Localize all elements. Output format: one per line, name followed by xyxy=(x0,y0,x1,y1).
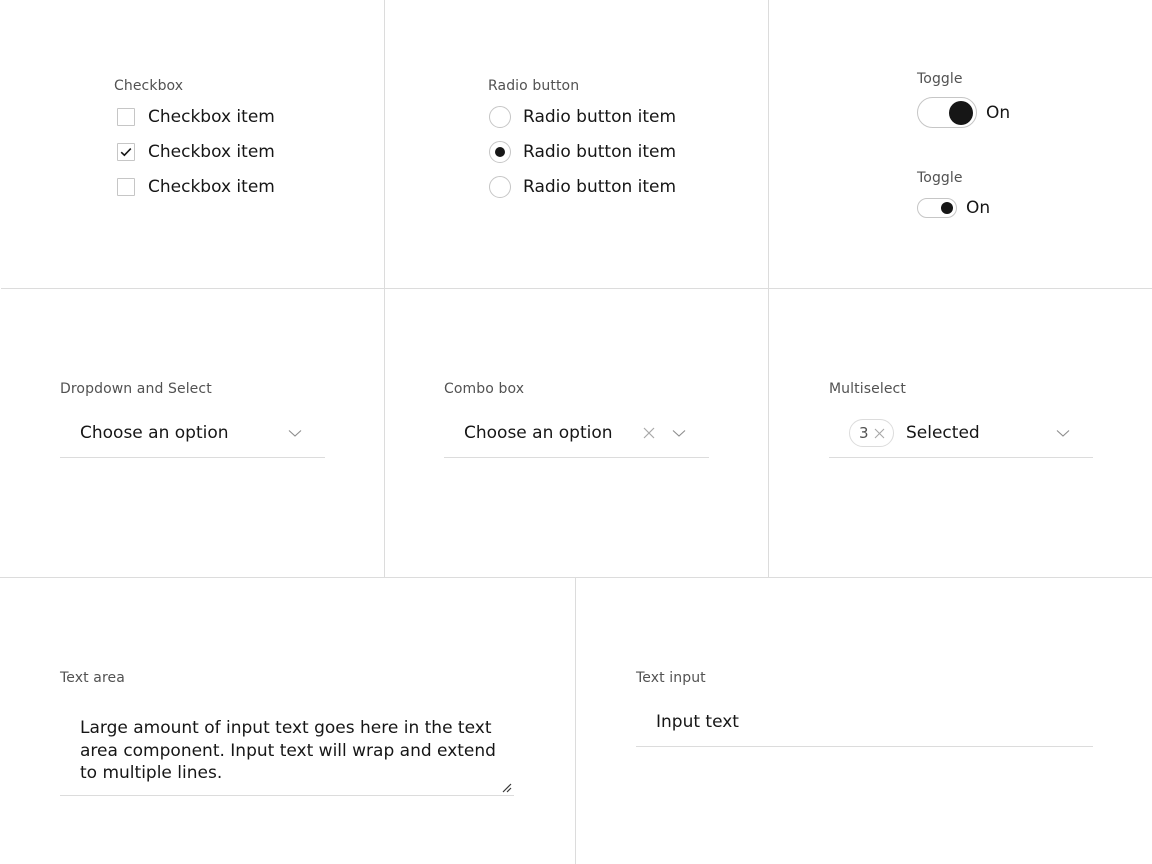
toggle-knob xyxy=(949,101,973,125)
toggle-small[interactable]: On xyxy=(917,198,990,218)
radio-item-label: Radio button item xyxy=(523,177,677,197)
checkbox-item-label: Checkbox item xyxy=(148,177,275,197)
checkbox-unchecked[interactable] xyxy=(117,178,135,196)
multiselect-label: Multiselect xyxy=(829,381,906,397)
checkbox-item[interactable]: Checkbox item xyxy=(117,175,275,199)
grid-divider xyxy=(1,288,1152,289)
toggle-knob xyxy=(941,202,953,214)
toggle-label: Toggle xyxy=(917,71,963,87)
radio-unselected[interactable] xyxy=(489,176,511,198)
radio-unselected[interactable] xyxy=(489,106,511,128)
radio-item-label: Radio button item xyxy=(523,107,677,127)
radio-selected[interactable] xyxy=(489,141,511,163)
checkbox-group-label: Checkbox xyxy=(114,78,184,94)
toggle-switch[interactable] xyxy=(917,198,957,218)
toggle-state-text: On xyxy=(986,102,1011,123)
checkmark-icon xyxy=(120,148,132,157)
radio-dot-icon xyxy=(495,147,505,157)
radio-item-label: Radio button item xyxy=(523,142,677,162)
checkbox-item-label: Checkbox item xyxy=(148,107,275,127)
text-input[interactable]: Input text xyxy=(636,699,1093,747)
close-icon[interactable] xyxy=(643,427,655,439)
dropdown[interactable]: Choose an option xyxy=(60,410,325,458)
checkbox-checked[interactable] xyxy=(117,143,135,161)
checkbox-item[interactable]: Checkbox item xyxy=(117,105,275,129)
textarea-label: Text area xyxy=(60,670,125,686)
toggle-state-text: On xyxy=(966,198,991,218)
toggle-default[interactable]: On xyxy=(917,97,1010,128)
close-icon[interactable] xyxy=(874,428,885,439)
text-input-label: Text input xyxy=(636,670,706,686)
combobox[interactable]: Choose an option xyxy=(444,410,709,458)
grid-divider xyxy=(575,578,576,864)
radio-item[interactable]: Radio button item xyxy=(489,140,676,164)
chevron-down-icon[interactable] xyxy=(672,429,686,438)
textarea[interactable]: Large amount of input text goes here in … xyxy=(60,706,514,796)
toggle-label: Toggle xyxy=(917,170,963,186)
dropdown-label: Dropdown and Select xyxy=(60,381,212,397)
textarea-value: Large amount of input text goes here in … xyxy=(80,718,496,783)
toggle-switch[interactable] xyxy=(917,97,977,128)
selected-count: 3 xyxy=(859,424,869,442)
checkbox-unchecked[interactable] xyxy=(117,108,135,126)
radio-item[interactable]: Radio button item xyxy=(489,175,676,199)
resize-handle-icon[interactable] xyxy=(502,783,512,793)
chevron-down-icon[interactable] xyxy=(1056,429,1070,438)
radio-item[interactable]: Radio button item xyxy=(489,105,676,129)
grid-divider xyxy=(0,577,1152,578)
grid-divider xyxy=(768,0,769,578)
selected-count-tag[interactable]: 3 xyxy=(849,419,894,447)
text-input-value: Input text xyxy=(656,712,739,732)
checkbox-item[interactable]: Checkbox item xyxy=(117,140,275,164)
combobox-label: Combo box xyxy=(444,381,525,397)
dropdown-value: Choose an option xyxy=(80,423,229,443)
chevron-down-icon[interactable] xyxy=(288,429,302,438)
grid-divider xyxy=(384,0,385,578)
multiselect[interactable]: 3 Selected xyxy=(829,410,1093,458)
combobox-value[interactable]: Choose an option xyxy=(464,422,613,444)
radio-group-label: Radio button xyxy=(488,78,580,94)
checkbox-item-label: Checkbox item xyxy=(148,142,275,162)
multiselect-value: Selected xyxy=(906,423,980,443)
